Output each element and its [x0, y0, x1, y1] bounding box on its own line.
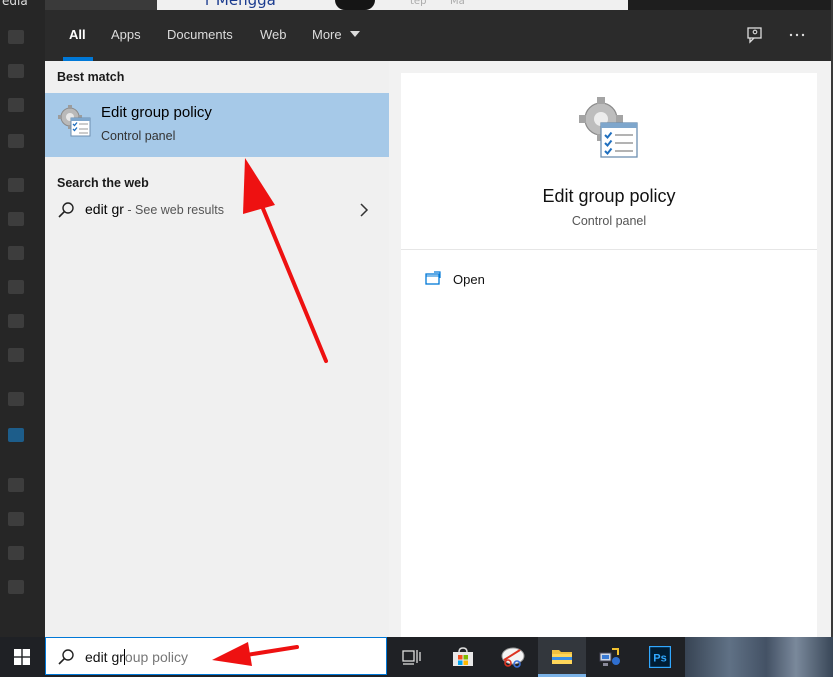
background-icon [8, 134, 24, 148]
search-web-heading: Search the web [57, 176, 149, 190]
system-tray [685, 637, 833, 677]
group-policy-large-icon [579, 97, 638, 158]
best-match-subtitle: Control panel [101, 129, 176, 143]
start-button[interactable] [0, 637, 45, 677]
search-typed-text: edit gr [85, 649, 124, 665]
search-tab-bar: All Apps Documents Web More [45, 10, 831, 61]
store-icon [453, 647, 473, 666]
taskbar: edit group policy Ps [0, 637, 833, 677]
photoshop-icon: Ps [649, 646, 671, 668]
windows-logo-icon [14, 649, 30, 665]
best-match-result[interactable]: Edit group policy Control panel [45, 93, 389, 157]
taskbar-search-box[interactable]: edit group policy [45, 637, 387, 675]
background-browser-strip [45, 0, 833, 10]
background-icon [8, 512, 24, 526]
best-match-heading: Best match [57, 70, 125, 84]
tab-documents[interactable]: Documents [167, 10, 233, 61]
network-app-button[interactable] [586, 637, 634, 677]
background-icon [8, 428, 24, 442]
background-text: tep [410, 0, 427, 7]
search-icon [58, 202, 74, 218]
web-query-text: edit gr [85, 201, 124, 217]
background-icon [8, 64, 24, 78]
network-icon [599, 648, 620, 666]
background-block [45, 0, 157, 10]
tab-more-label: More [312, 27, 342, 42]
background-icon [8, 546, 24, 560]
background-text: r Mengga [205, 0, 276, 9]
more-options-icon[interactable] [788, 26, 806, 44]
task-view-button[interactable] [388, 637, 436, 677]
best-match-title: Edit group policy [101, 104, 212, 121]
store-button[interactable] [439, 637, 487, 677]
web-result-hint: - See web results [123, 203, 224, 217]
background-icon [8, 280, 24, 294]
web-search-result[interactable]: edit gr - See web results [45, 193, 389, 225]
preview-title: Edit group policy [542, 186, 676, 206]
search-input[interactable]: edit group policy [85, 649, 188, 665]
snipping-tool-icon [501, 647, 525, 668]
background-icon [8, 246, 24, 260]
file-explorer-button[interactable] [538, 637, 586, 677]
background-icon [8, 212, 24, 226]
background-block [335, 0, 375, 10]
feedback-icon[interactable] [746, 26, 764, 44]
web-result-query: edit gr - See web results [85, 201, 224, 217]
file-explorer-icon [552, 650, 572, 664]
chevron-right-icon[interactable] [359, 203, 369, 217]
background-icon [8, 314, 24, 328]
background-icon [8, 348, 24, 362]
caret-down-icon [350, 31, 361, 37]
open-button[interactable]: Open [423, 269, 543, 291]
tab-more[interactable]: More [312, 10, 361, 61]
preview-divider [401, 249, 817, 250]
search-autocomplete-text: oup policy [124, 649, 188, 665]
preview-pane: Edit group policy Control panel Open [401, 73, 817, 637]
background-icon [8, 580, 24, 594]
open-window-icon [425, 271, 441, 285]
background-icon [8, 178, 24, 192]
group-policy-icon [58, 105, 91, 137]
results-list: Best match Edit group policy Control pan… [45, 61, 389, 637]
background-icon [8, 98, 24, 112]
search-panel: All Apps Documents Web More Best match E… [45, 10, 831, 637]
tab-all[interactable]: All [69, 10, 86, 61]
background-text: Ma [450, 0, 465, 7]
tab-web[interactable]: Web [260, 10, 287, 61]
background-text: edia [2, 0, 28, 8]
background-icon [8, 478, 24, 492]
tab-apps[interactable]: Apps [111, 10, 141, 61]
background-sidebar [0, 0, 45, 637]
snipping-tool-button[interactable] [489, 637, 537, 677]
background-icon [8, 30, 24, 44]
photoshop-button[interactable]: Ps [636, 637, 684, 677]
background-block [628, 0, 833, 10]
open-label: Open [453, 272, 485, 287]
search-icon [58, 649, 74, 665]
photoshop-icon-text: Ps [653, 653, 666, 665]
preview-subtitle: Control panel [571, 214, 647, 228]
task-view-icon [402, 650, 421, 665]
background-icon [8, 392, 24, 406]
